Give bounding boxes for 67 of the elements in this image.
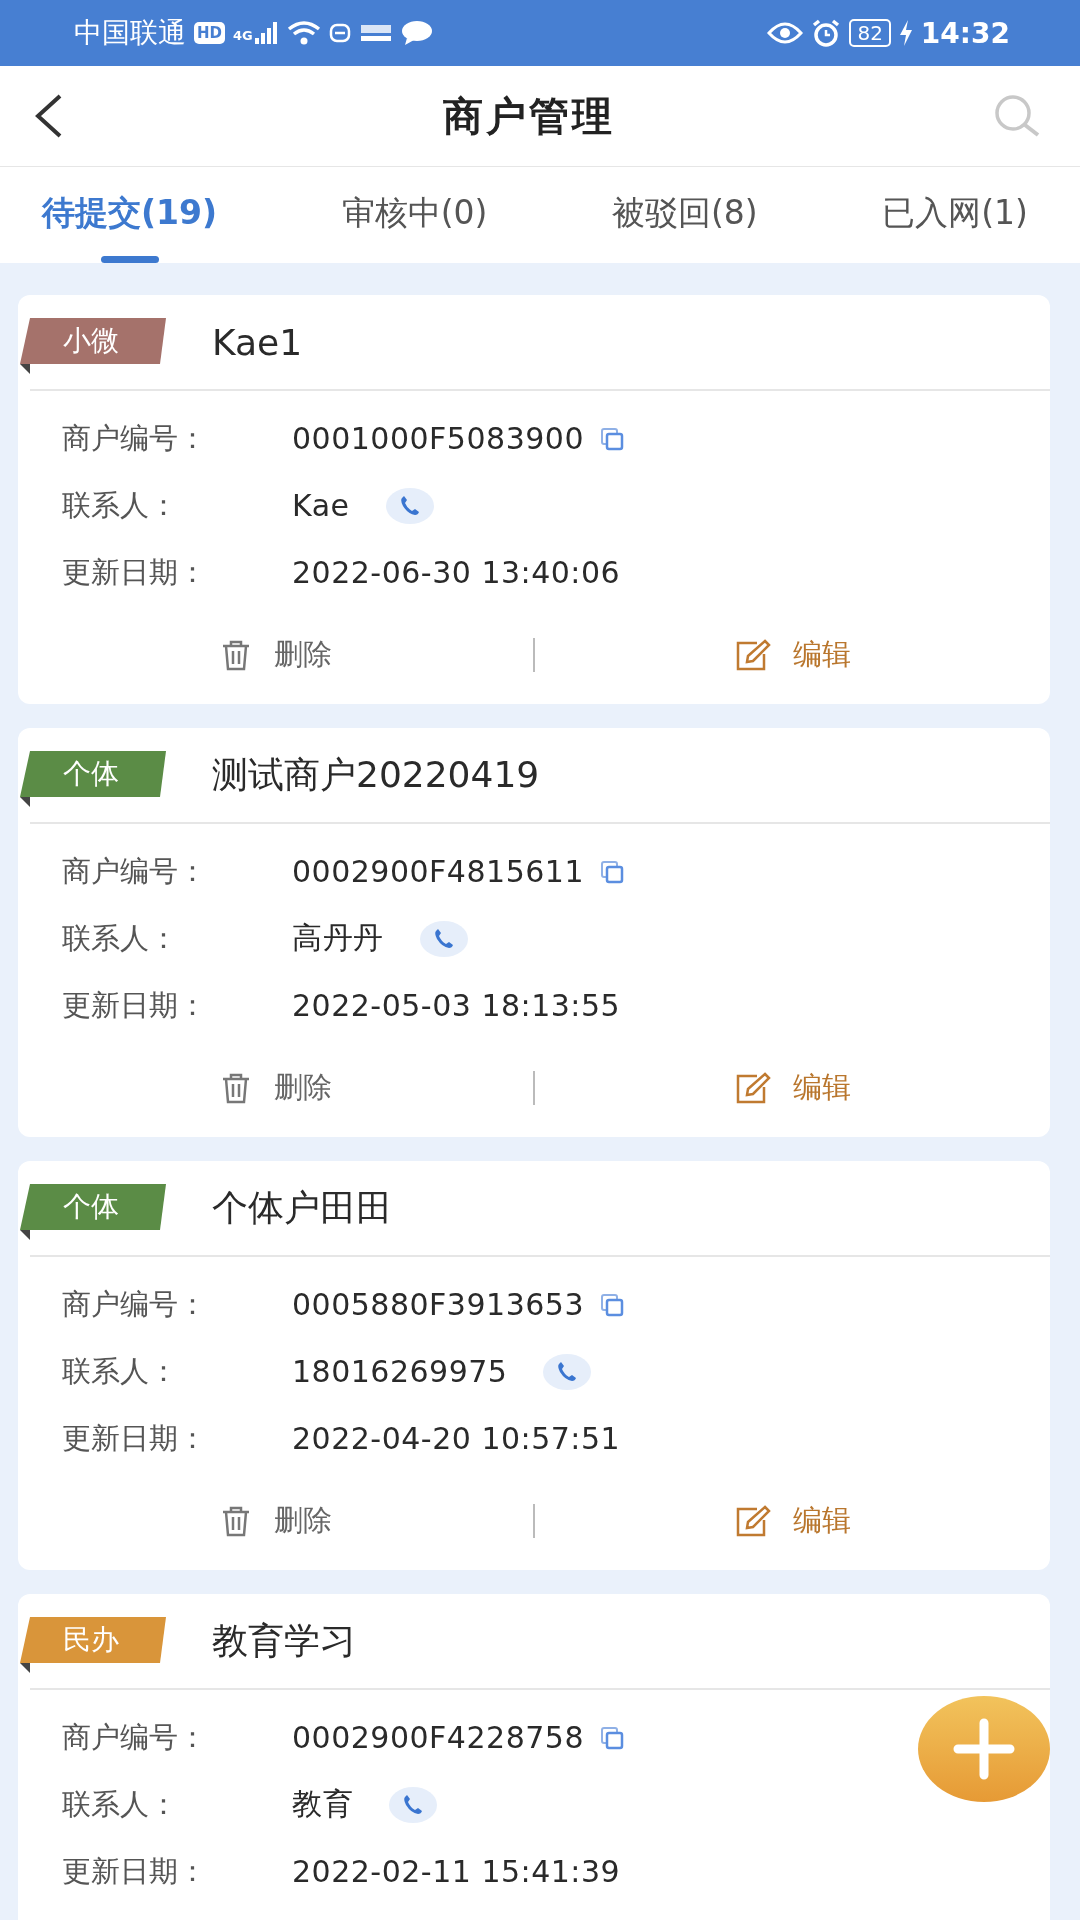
- clock-time: 14:32: [920, 16, 1010, 50]
- edit-icon: [734, 1072, 771, 1104]
- field-label: 联系人：: [62, 1785, 179, 1823]
- tab[interactable]: 已入网(1): [882, 167, 1028, 263]
- field-value: 18016269975: [292, 1354, 508, 1389]
- merchant-name: Kae1: [212, 321, 303, 363]
- signal-icon: [254, 22, 279, 44]
- wifi-icon: [286, 20, 321, 46]
- field-value: 0005880F3913653: [292, 1287, 584, 1322]
- field-label: 更新日期：: [62, 1419, 208, 1457]
- action-button[interactable]: 删除: [18, 1068, 533, 1108]
- tab[interactable]: 被驳回(8): [611, 167, 758, 263]
- action-button[interactable]: 编辑: [535, 635, 1050, 675]
- action-button[interactable]: 编辑: [535, 1068, 1050, 1108]
- action-button[interactable]: 删除: [18, 1501, 533, 1541]
- charging-icon: [898, 20, 913, 46]
- merchant-card[interactable]: 个体 个体户田田 商户编号： 0005880F3913653 联系人： 18016269975 更新日期： 2022-04-20 10:57:51 删除 编辑: [18, 1161, 1050, 1570]
- battery-indicator: 82: [849, 19, 891, 47]
- merchant-card[interactable]: 小微 Kae1 商户编号： 0001000F5083900 联系人： Kae 更新日期： 2022-06-30 13:40:06 删除 编辑: [18, 295, 1050, 704]
- merchant-card[interactable]: 个体 测试商户20220419 商户编号： 0002900F4815611 联系人： 高丹丹 更新日期： 2022-05-03 18:13:55 删除 编辑: [18, 728, 1050, 1137]
- field-label: 商户编号：: [62, 1285, 208, 1323]
- field-value: 0002900F4228758: [292, 1720, 584, 1755]
- copy-icon[interactable]: [600, 1292, 624, 1317]
- field-value: 2022-05-03 18:13:55: [292, 988, 621, 1023]
- plus-icon: [952, 1717, 1016, 1781]
- copy-icon[interactable]: [600, 426, 624, 451]
- field-value: Kae: [292, 488, 350, 523]
- merchant-name: 教育学习: [212, 1618, 356, 1663]
- search-icon[interactable]: [992, 94, 1042, 138]
- message-icon: [400, 20, 433, 46]
- edit-icon: [734, 1505, 771, 1537]
- phone-icon[interactable]: [543, 1353, 592, 1390]
- phone-icon[interactable]: [389, 1786, 437, 1823]
- eye-icon: [767, 21, 804, 45]
- field-label: 商户编号：: [62, 419, 208, 457]
- tab[interactable]: 待提交(19): [42, 167, 218, 263]
- field-label: 更新日期：: [62, 1852, 208, 1890]
- field-label: 商户编号：: [62, 852, 208, 890]
- field-value: 0002900F4815611: [292, 854, 584, 889]
- field-value: 2022-04-20 10:57:51: [292, 1421, 621, 1456]
- edit-icon: [734, 639, 771, 671]
- phone-icon[interactable]: [419, 920, 468, 957]
- field-label: 更新日期：: [62, 986, 208, 1024]
- field-value: 0001000F5083900: [292, 421, 584, 456]
- field-label: 联系人：: [62, 486, 179, 524]
- phone-icon[interactable]: [385, 487, 434, 524]
- tab[interactable]: 审核中(0): [341, 167, 488, 263]
- merchant-name: 测试商户20220419: [212, 752, 540, 797]
- alarm-icon: [811, 19, 842, 47]
- network-type: 4G: [233, 28, 253, 43]
- page-title: 商户管理: [443, 91, 615, 141]
- action-button[interactable]: 编辑: [535, 1501, 1050, 1541]
- field-value: 高丹丹: [292, 919, 384, 957]
- action-button[interactable]: 删除: [18, 635, 533, 675]
- field-label: 更新日期：: [62, 553, 208, 591]
- field-label: 商户编号：: [62, 1718, 208, 1756]
- field-value: 2022-06-30 13:40:06: [292, 555, 621, 590]
- copy-icon[interactable]: [600, 859, 624, 884]
- field-value: 2022-02-11 15:41:39: [292, 1854, 621, 1889]
- merchant-card[interactable]: 民办 教育学习 商户编号： 0002900F4228758 联系人： 教育 更新日期： 2022-02-11 15:41:39: [18, 1594, 1050, 1920]
- copy-icon[interactable]: [600, 1725, 624, 1750]
- field-label: 联系人：: [62, 1352, 179, 1390]
- field-label: 联系人：: [62, 919, 179, 957]
- merchant-name: 个体户田田: [212, 1185, 392, 1230]
- hd-badge: HD: [194, 22, 225, 44]
- field-value: 教育: [292, 1785, 353, 1823]
- carrier-name: 中国联通: [74, 15, 186, 51]
